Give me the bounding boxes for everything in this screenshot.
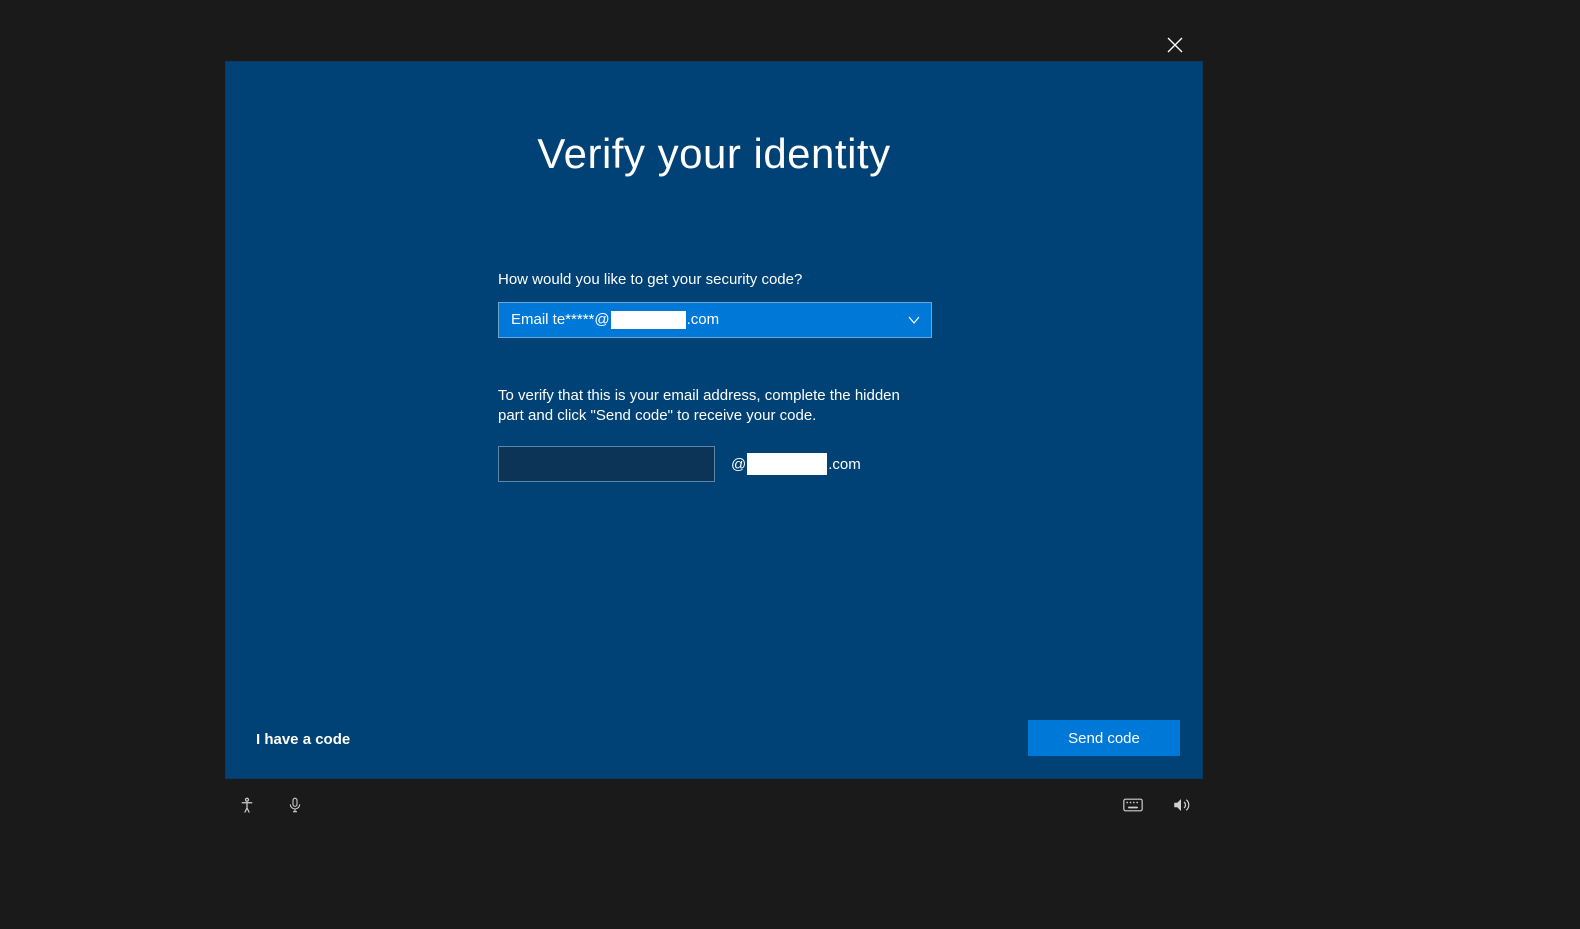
chevron-down-icon: [907, 313, 921, 327]
verify-identity-panel: Verify your identity How would you like …: [225, 61, 1203, 779]
bottom-toolbar: [225, 790, 1203, 820]
toolbar-left-group: [237, 795, 305, 815]
method-question-label: How would you like to get your security …: [498, 270, 932, 290]
toolbar-right-group: [1123, 795, 1191, 815]
redacted-domain: [611, 311, 686, 329]
send-code-button[interactable]: Send code: [1028, 720, 1180, 756]
redacted-domain-box: [747, 453, 827, 475]
email-at-symbol: @: [731, 456, 746, 473]
close-icon: [1167, 37, 1183, 53]
keyboard-icon[interactable]: [1123, 795, 1143, 815]
email-prefix-input[interactable]: [498, 446, 715, 482]
email-verify-row: @ .com: [498, 446, 932, 482]
email-suffix-label: @ .com: [731, 453, 861, 475]
dropdown-email-suffix: .com: [687, 311, 720, 328]
dropdown-selected-value: Email te*****@ .com: [511, 311, 719, 329]
dropdown-email-prefix: Email te*****@: [511, 311, 610, 328]
form-content: How would you like to get your security …: [498, 270, 932, 482]
instruction-text: To verify that this is your email addres…: [498, 386, 918, 427]
page-title: Verify your identity: [226, 130, 1202, 178]
email-domain-suffix: .com: [828, 456, 861, 473]
volume-icon[interactable]: [1171, 795, 1191, 815]
ease-of-access-icon[interactable]: [237, 795, 257, 815]
close-button[interactable]: [1160, 30, 1190, 60]
microphone-icon[interactable]: [285, 795, 305, 815]
verification-method-dropdown[interactable]: Email te*****@ .com: [498, 302, 932, 338]
have-code-link[interactable]: I have a code: [256, 731, 350, 748]
